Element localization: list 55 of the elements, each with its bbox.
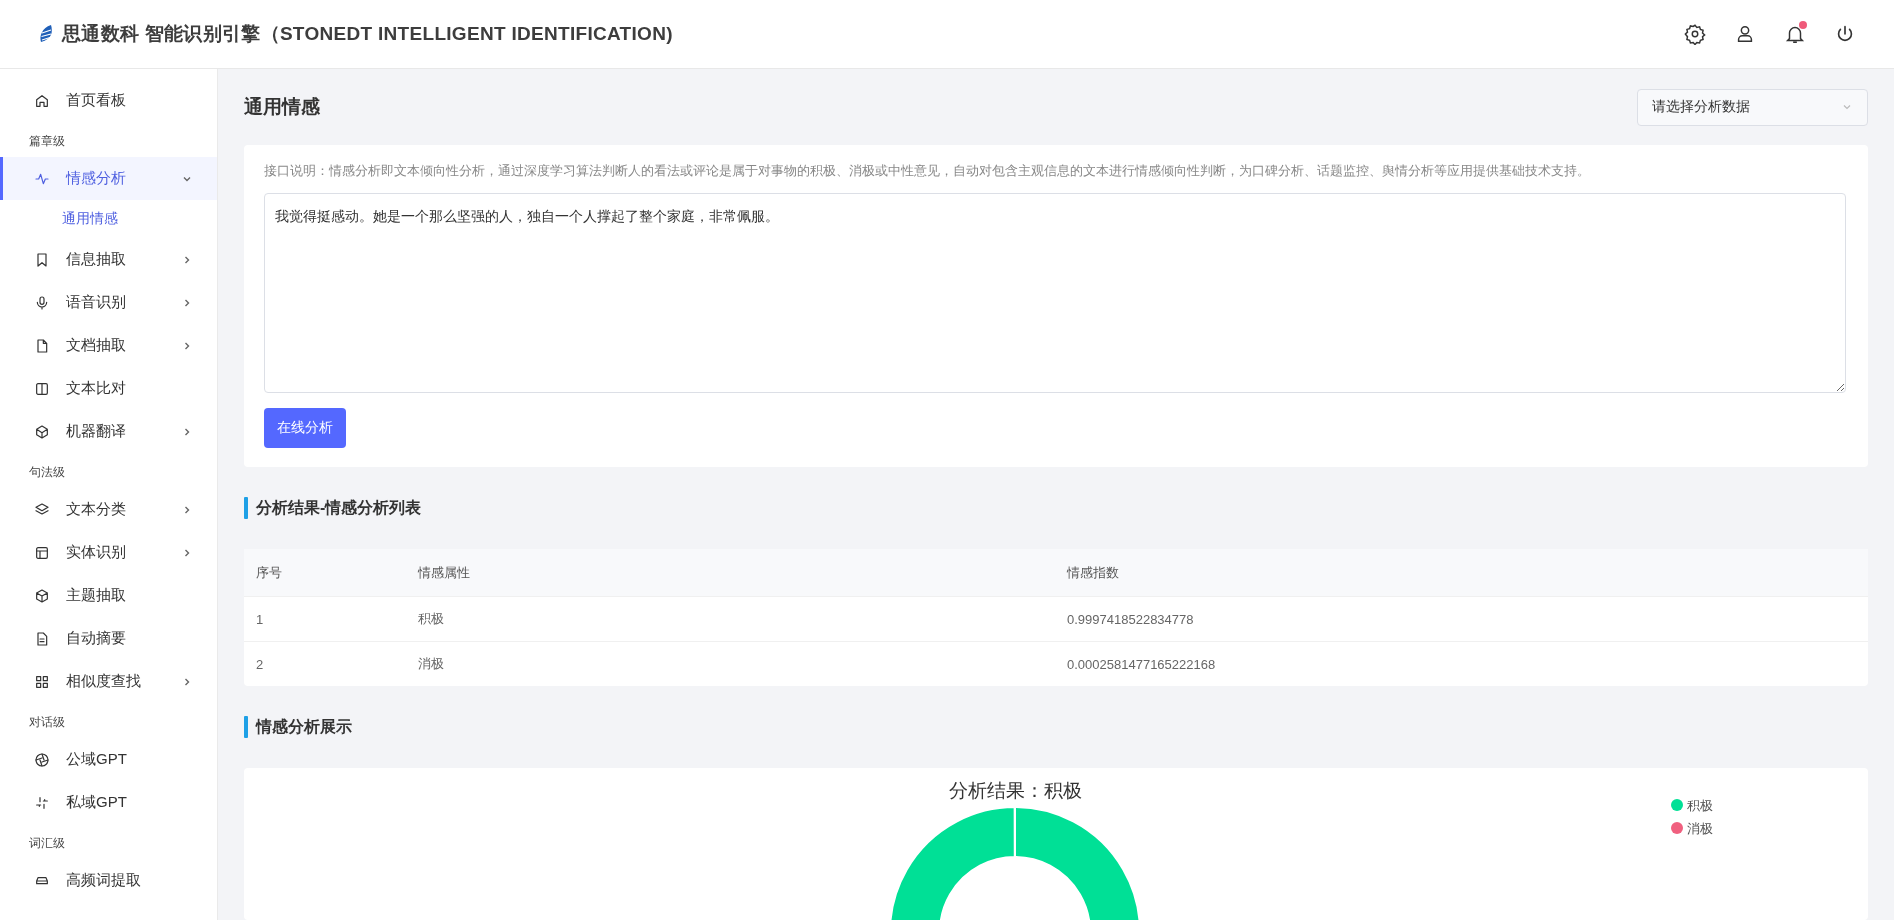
menu-item[interactable]: 语音识别	[0, 281, 217, 324]
description-text: 接口说明：情感分析即文本倾向性分析，通过深度学习算法判断人的看法或评论是属于对事物的积极、消极或中性意见，自动对包含主观信息的文本进行情感倾向性判断，为口碑分析、话题监控、舆情分析等应用提供基础技术支持。	[264, 162, 1591, 180]
menu-item[interactable]: 情感分析	[0, 157, 217, 200]
app-title: 思通数科 智能识别引擎（STONEDT INTELLIGENT IDENTIFICATION)	[62, 22, 673, 46]
menu-item[interactable]: 相似度查找	[0, 660, 217, 703]
table-cell-text: 消极	[417, 655, 445, 673]
column-header: 情感属性	[417, 563, 471, 582]
layout-icon	[34, 544, 50, 561]
chart-title: 分析结果：积极	[948, 780, 1082, 801]
menu-item[interactable]: 文档抽取	[0, 324, 217, 367]
menu-item[interactable]: 文本分类	[0, 488, 217, 531]
data-select[interactable]: 请选择分析数据	[1637, 88, 1868, 126]
menu-item[interactable]: 主题抽取	[0, 574, 217, 617]
table-cell-text: 0.0002581477165222168	[1066, 656, 1217, 672]
submenu-item[interactable]: 通用情感	[0, 200, 217, 238]
page-title: 通用情感	[244, 95, 320, 119]
cube-icon	[34, 423, 50, 440]
bookmark-icon	[34, 251, 50, 268]
text-input-field[interactable]: 我觉得挺感动。她是一个那么坚强的人，独自一个人撑起了整个家庭，非常佩服。	[264, 193, 1846, 393]
menu-item[interactable]: 实体识别	[0, 531, 217, 574]
legend-item[interactable]: 积极	[1671, 798, 1713, 813]
document-icon	[34, 630, 50, 647]
analyze-button[interactable]: 在线分析	[264, 408, 346, 448]
table-cell-text: 2	[255, 656, 265, 672]
menu-item[interactable]: 机器翻译	[0, 410, 217, 453]
settings-icon[interactable]	[1684, 23, 1706, 45]
columns-icon	[34, 380, 50, 397]
aperture-icon	[34, 751, 50, 768]
menu-group-label: 篇章级	[28, 134, 66, 149]
grid-icon	[34, 673, 50, 690]
microphone-icon	[34, 294, 50, 311]
menu-item[interactable]: 高频词提取	[0, 859, 217, 902]
menu-item[interactable]: 自动摘要	[0, 617, 217, 660]
menu-item[interactable]: 私域GPT	[0, 781, 217, 824]
box-icon	[34, 587, 50, 604]
table-cell-text: 1	[255, 611, 265, 627]
legend-item[interactable]: 消极	[1671, 821, 1713, 836]
menu-group-label: 对话级	[28, 715, 66, 730]
legend-label: 积极	[1687, 798, 1713, 813]
legend-label: 消极	[1687, 821, 1713, 836]
logo-icon	[38, 24, 54, 44]
menu-group-label: 词汇级	[28, 836, 66, 851]
file-icon	[34, 337, 50, 354]
menu-item[interactable]: 信息抽取	[0, 238, 217, 281]
menu-group-label: 句法级	[28, 465, 66, 480]
table-cell-text: 0.9997418522834778	[1066, 611, 1195, 627]
section-title: 情感分析展示	[244, 686, 1868, 768]
table-cell-text: 积极	[417, 610, 445, 628]
menu-item[interactable]: 首页看板	[0, 79, 217, 122]
column-header: 序号	[255, 563, 283, 582]
home-icon	[34, 92, 50, 109]
section-title: 分析结果-情感分析列表	[244, 467, 1868, 549]
menu-item[interactable]: 文本比对	[0, 367, 217, 410]
column-header: 情感指数	[1066, 563, 1120, 582]
menu-item[interactable]: 公域GPT	[0, 738, 217, 781]
